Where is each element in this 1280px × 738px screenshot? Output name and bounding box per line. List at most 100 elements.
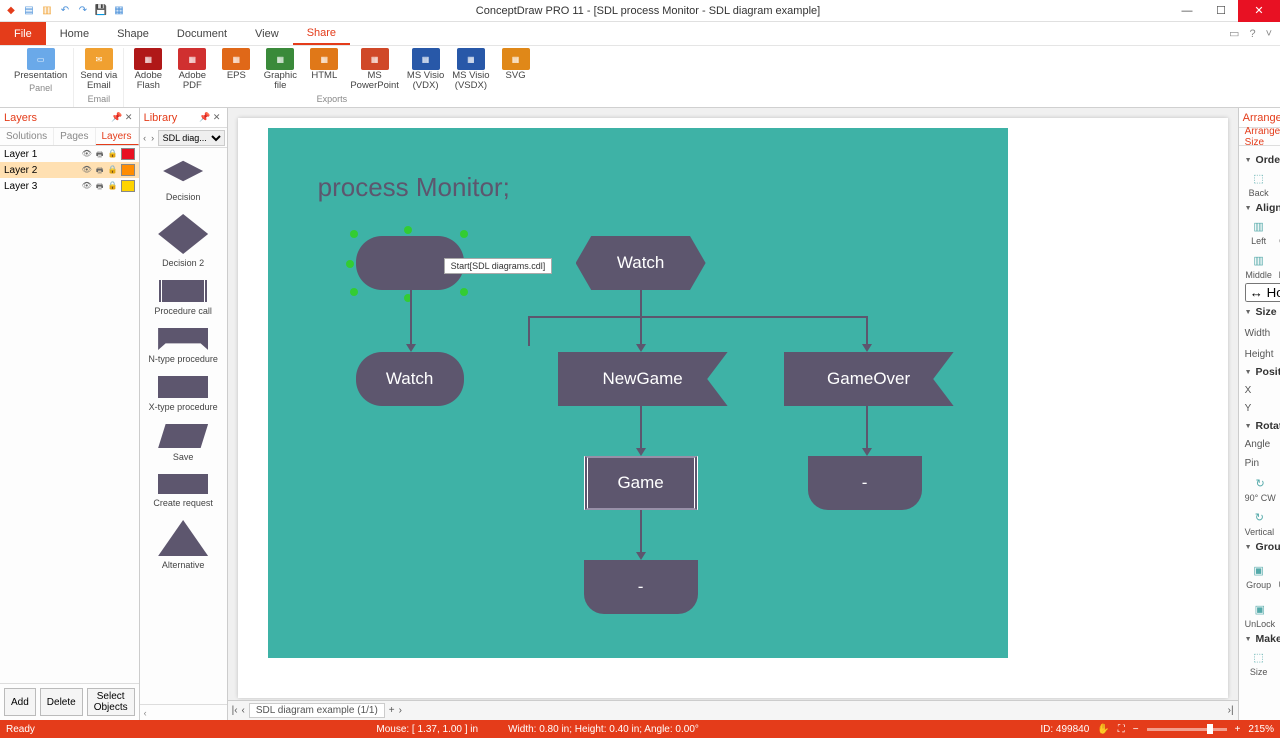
close-button[interactable]: ✕: [1238, 0, 1280, 22]
hand-tool-icon[interactable]: ✋: [1097, 724, 1109, 735]
menu-document[interactable]: Document: [163, 22, 241, 45]
qa-undo-icon[interactable]: ↶: [58, 4, 72, 18]
tab-nav-prev-icon[interactable]: ‹: [242, 705, 245, 716]
tab-nav-first-icon[interactable]: |‹: [232, 705, 238, 716]
zoom-label[interactable]: 215%: [1248, 724, 1274, 735]
menu-view[interactable]: View: [241, 22, 293, 45]
tab-nav-last-icon[interactable]: ›|: [1228, 705, 1234, 716]
fit-icon[interactable]: ⛶: [1118, 724, 1125, 735]
layer-color[interactable]: [121, 180, 135, 192]
tab-arrange-size[interactable]: Arrange & Size: [1239, 128, 1280, 145]
zoom-slider[interactable]: [1147, 728, 1227, 731]
library-item[interactable]: X-type procedure: [140, 370, 227, 418]
qa-save-icon[interactable]: 💾: [94, 4, 108, 18]
select-objects-button[interactable]: Select Objects: [87, 688, 135, 716]
export-button-2[interactable]: ▦EPS: [218, 48, 254, 92]
layers-pin-icon[interactable]: 📌: [111, 112, 123, 123]
layer-row[interactable]: Layer 2👁🖶🔒: [0, 162, 139, 178]
delete-layer-button[interactable]: Delete: [40, 688, 83, 716]
section-order[interactable]: Order: [1245, 154, 1280, 166]
library-pin-icon[interactable]: 📌: [199, 112, 211, 123]
file-menu[interactable]: File: [0, 22, 46, 45]
export-button-6[interactable]: ▦MS Visio (VDX): [407, 48, 444, 92]
shape-gameover[interactable]: GameOver: [784, 352, 954, 406]
menu-home[interactable]: Home: [46, 22, 103, 45]
qa-new-icon[interactable]: ▤: [22, 4, 36, 18]
add-layer-button[interactable]: Add: [4, 688, 36, 716]
distribute-h-select[interactable]: ↔ HorizontalHorizontal: [1245, 283, 1280, 302]
maximize-button[interactable]: ☐: [1204, 0, 1238, 22]
library-item[interactable]: Alternative: [140, 514, 227, 576]
export-button-4[interactable]: ▦HTML: [306, 48, 342, 92]
section-size[interactable]: Size: [1245, 306, 1280, 318]
shape-watch-left[interactable]: Watch: [356, 352, 464, 406]
library-item[interactable]: Decision: [140, 148, 227, 208]
export-button-8[interactable]: ▦SVG: [498, 48, 534, 92]
library-prev-icon[interactable]: ‹: [142, 133, 148, 143]
section-same[interactable]: Make Same: [1245, 633, 1280, 645]
print-icon[interactable]: 🖶: [95, 165, 105, 175]
tab-solutions[interactable]: Solutions: [0, 128, 54, 145]
shape-watch-top[interactable]: Watch: [576, 236, 706, 290]
visible-icon[interactable]: 👁: [82, 181, 92, 191]
export-button-3[interactable]: ▦Graphic file: [262, 48, 298, 92]
visible-icon[interactable]: 👁: [82, 165, 92, 175]
layer-color[interactable]: [121, 164, 135, 176]
zoom-in-icon[interactable]: +: [1235, 724, 1241, 735]
export-button-1[interactable]: ▦Adobe PDF: [174, 48, 210, 92]
rotate-row-btn[interactable]: ↻Vertical: [1245, 509, 1275, 537]
library-scroll-left-icon[interactable]: ‹: [144, 708, 147, 718]
page[interactable]: process Monitor; Start[SDL diagrams.cdl]…: [238, 118, 1228, 698]
library-item[interactable]: Procedure call: [140, 274, 227, 322]
print-icon[interactable]: 🖶: [95, 149, 105, 159]
section-rotate[interactable]: Rotate and Flip: [1245, 420, 1280, 432]
library-item[interactable]: N-type procedure: [140, 322, 227, 370]
layers-close-icon[interactable]: ✕: [123, 112, 135, 123]
zoom-out-icon[interactable]: −: [1133, 724, 1139, 735]
align-row-btn[interactable]: ▥Left: [1245, 218, 1273, 246]
order-row-btn[interactable]: ⬚Back: [1245, 170, 1273, 198]
shape-game[interactable]: Game: [584, 456, 698, 510]
layer-row[interactable]: Layer 3👁🖶🔒: [0, 178, 139, 194]
shape-newgame[interactable]: NewGame: [558, 352, 728, 406]
qa-open-icon[interactable]: ▥: [40, 4, 54, 18]
qa-help-icon[interactable]: ▦: [112, 4, 126, 18]
tab-layers[interactable]: Layers: [96, 128, 139, 145]
section-position[interactable]: Position: [1245, 366, 1280, 378]
shape-dash-right[interactable]: -: [808, 456, 922, 510]
library-close-icon[interactable]: ✕: [211, 112, 223, 123]
menu-share[interactable]: Share: [293, 22, 350, 45]
align-row-btn[interactable]: ▥Middle: [1245, 252, 1273, 280]
group-row-btn[interactable]: ▣Group: [1245, 562, 1273, 590]
presentation-button[interactable]: ▭ Presentation: [14, 48, 67, 81]
export-button-7[interactable]: ▦MS Visio (VSDX): [452, 48, 489, 92]
lock-icon[interactable]: 🔒: [108, 181, 118, 191]
menu-shape[interactable]: Shape: [103, 22, 163, 45]
layer-row[interactable]: Layer 1👁🖶🔒: [0, 146, 139, 162]
ribbon-collapse-icon[interactable]: ˅: [1266, 28, 1272, 40]
library-item[interactable]: Decision 2: [140, 208, 227, 274]
library-item[interactable]: Save: [140, 418, 227, 468]
print-icon[interactable]: 🖶: [95, 181, 105, 191]
lock-icon[interactable]: 🔒: [108, 149, 118, 159]
shape-dash-bottom[interactable]: -: [584, 560, 698, 614]
export-button-5[interactable]: ▦MS PowerPoint: [350, 48, 399, 92]
section-group[interactable]: Group and Lock: [1245, 541, 1280, 553]
group-row-btn[interactable]: ▣UnLock: [1245, 601, 1276, 629]
section-align[interactable]: Align and Distribute: [1245, 202, 1280, 214]
layer-color[interactable]: [121, 148, 135, 160]
ribbon-minimize-icon[interactable]: ▭: [1229, 27, 1239, 40]
library-item[interactable]: Create request: [140, 468, 227, 514]
tab-nav-next-icon[interactable]: ›: [399, 705, 402, 716]
qa-redo-icon[interactable]: ↷: [76, 4, 90, 18]
page-tab[interactable]: SDL diagram example (1/1): [249, 703, 385, 718]
rotate-row-btn[interactable]: ↻90° CW: [1245, 475, 1276, 503]
visible-icon[interactable]: 👁: [82, 149, 92, 159]
lock-icon[interactable]: 🔒: [108, 165, 118, 175]
library-next-icon[interactable]: ›: [150, 133, 156, 143]
library-selector[interactable]: SDL diag...: [158, 130, 225, 146]
minimize-button[interactable]: —: [1170, 0, 1204, 22]
tab-pages[interactable]: Pages: [54, 128, 95, 145]
ribbon-help-icon[interactable]: ?: [1249, 28, 1255, 40]
same-row-btn[interactable]: ⬚Size: [1245, 649, 1273, 677]
